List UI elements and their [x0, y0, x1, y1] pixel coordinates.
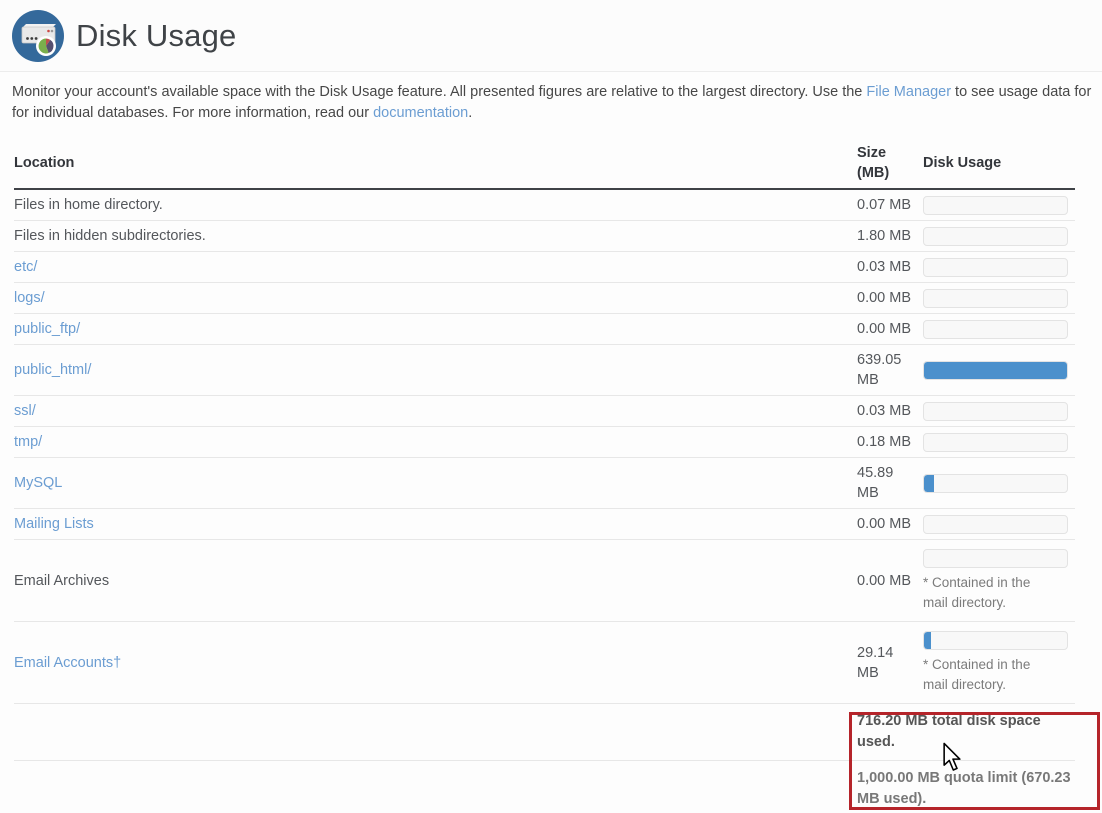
- disk-usage-bar-fill: [924, 362, 1067, 379]
- disk-usage-bar: [923, 549, 1068, 568]
- location-link[interactable]: Mailing Lists: [14, 516, 94, 532]
- documentation-link[interactable]: documentation: [373, 105, 468, 121]
- disk-usage-table: Location Size (MB) Disk Usage Files in h…: [14, 138, 1075, 813]
- intro-line1-text: Monitor your account's available space w…: [12, 84, 866, 100]
- table-row: Mailing Lists 0.00 MB: [14, 509, 1075, 540]
- footer-summary-text: 1,000.00 MB quota limit (670.23 MB used)…: [857, 761, 1075, 813]
- location-link[interactable]: public_ftp/: [14, 321, 80, 337]
- size-value: 0.00 MB: [857, 283, 923, 313]
- disk-usage-bar: [923, 320, 1068, 339]
- usage-cell: [923, 356, 1075, 385]
- file-manager-link[interactable]: File Manager: [866, 84, 951, 100]
- location-label: Files in hidden subdirectories.: [14, 228, 206, 244]
- location-link[interactable]: MySQL: [14, 475, 62, 491]
- size-value: 0.03 MB: [857, 396, 923, 426]
- location-label: Files in home directory.: [14, 197, 163, 213]
- location-link[interactable]: logs/: [14, 290, 45, 306]
- usage-cell: [923, 253, 1075, 282]
- disk-usage-bar-fill: [924, 632, 931, 649]
- table-row: etc/ 0.03 MB: [14, 252, 1075, 283]
- table-row: Files in home directory. 0.07 MB: [14, 190, 1075, 221]
- location-link[interactable]: etc/: [14, 259, 37, 275]
- location-link[interactable]: public_html/: [14, 362, 91, 378]
- intro-line-2: for individual databases. For more infor…: [12, 103, 1102, 124]
- table-footer: 716.20 MB total disk space used. 1,000.0…: [14, 704, 1075, 813]
- location-link[interactable]: ssl/: [14, 403, 36, 419]
- table-header-row: Location Size (MB) Disk Usage: [14, 138, 1075, 190]
- size-value: 1.80 MB: [857, 221, 923, 251]
- size-value: 0.00 MB: [857, 509, 923, 539]
- disk-usage-bar: [923, 361, 1068, 380]
- table-row: public_ftp/ 0.00 MB: [14, 314, 1075, 345]
- disk-usage-bar: [923, 515, 1068, 534]
- size-value: 0.03 MB: [857, 252, 923, 282]
- table-body: Files in home directory. 0.07 MB Files i…: [14, 190, 1075, 704]
- disk-usage-bar: [923, 196, 1068, 215]
- table-row: Email Accounts† 29.14 MB * Contained in …: [14, 622, 1075, 704]
- column-header-size: Size (MB): [857, 138, 923, 188]
- usage-cell: * Contained in the mail directory.: [923, 626, 1075, 700]
- disk-usage-bar: [923, 258, 1068, 277]
- size-value: 0.00 MB: [857, 566, 923, 596]
- table-row: Email Archives 0.00 MB * Contained in th…: [14, 540, 1075, 622]
- disk-usage-bar: [923, 631, 1068, 650]
- intro-text: Monitor your account's available space w…: [12, 82, 1102, 124]
- table-row: logs/ 0.00 MB: [14, 283, 1075, 314]
- intro-line1-tail: to see usage data for: [951, 84, 1091, 100]
- size-value: 0.18 MB: [857, 427, 923, 457]
- usage-cell: [923, 222, 1075, 251]
- size-value: 639.05 MB: [857, 345, 923, 395]
- disk-usage-icon: [12, 10, 64, 62]
- usage-cell: [923, 469, 1075, 498]
- size-value: 0.07 MB: [857, 190, 923, 220]
- intro-line2-tail: .: [468, 105, 472, 121]
- location-link[interactable]: Email Accounts†: [14, 655, 121, 671]
- disk-usage-bar: [923, 402, 1068, 421]
- contained-note: * Contained in the mail directory.: [923, 655, 1043, 695]
- table-row: ssl/ 0.03 MB: [14, 396, 1075, 427]
- page-title: Disk Usage: [76, 18, 237, 54]
- column-header-location: Location: [14, 148, 857, 178]
- size-value: 29.14 MB: [857, 638, 923, 688]
- intro-line2-text: for individual databases. For more infor…: [12, 105, 373, 121]
- usage-cell: [923, 284, 1075, 313]
- table-row: tmp/ 0.18 MB: [14, 427, 1075, 458]
- usage-cell: [923, 397, 1075, 426]
- table-row: public_html/ 639.05 MB: [14, 345, 1075, 396]
- contained-note: * Contained in the mail directory.: [923, 573, 1043, 613]
- mouse-cursor: [941, 742, 963, 772]
- disk-usage-bar-fill: [924, 475, 934, 492]
- size-value: 45.89 MB: [857, 458, 923, 508]
- table-footer-row: 1,000.00 MB quota limit (670.23 MB used)…: [14, 761, 1075, 813]
- table-footer-row: 716.20 MB total disk space used.: [14, 704, 1075, 761]
- disk-usage-bar: [923, 289, 1068, 308]
- disk-usage-bar: [923, 433, 1068, 452]
- size-value: 0.00 MB: [857, 314, 923, 344]
- disk-usage-bar: [923, 227, 1068, 246]
- usage-cell: * Contained in the mail directory.: [923, 544, 1075, 618]
- usage-cell: [923, 315, 1075, 344]
- intro-line-1: Monitor your account's available space w…: [12, 82, 1102, 103]
- disk-usage-bar: [923, 474, 1068, 493]
- column-header-disk-usage: Disk Usage: [923, 148, 1075, 178]
- footer-summary-text: 716.20 MB total disk space used.: [857, 704, 1075, 760]
- location-label: Email Archives: [14, 573, 109, 589]
- usage-cell: [923, 510, 1075, 539]
- page-header: Disk Usage: [0, 0, 1102, 72]
- table-row: Files in hidden subdirectories. 1.80 MB: [14, 221, 1075, 252]
- table-row: MySQL 45.89 MB: [14, 458, 1075, 509]
- usage-cell: [923, 191, 1075, 220]
- location-link[interactable]: tmp/: [14, 434, 42, 450]
- usage-cell: [923, 428, 1075, 457]
